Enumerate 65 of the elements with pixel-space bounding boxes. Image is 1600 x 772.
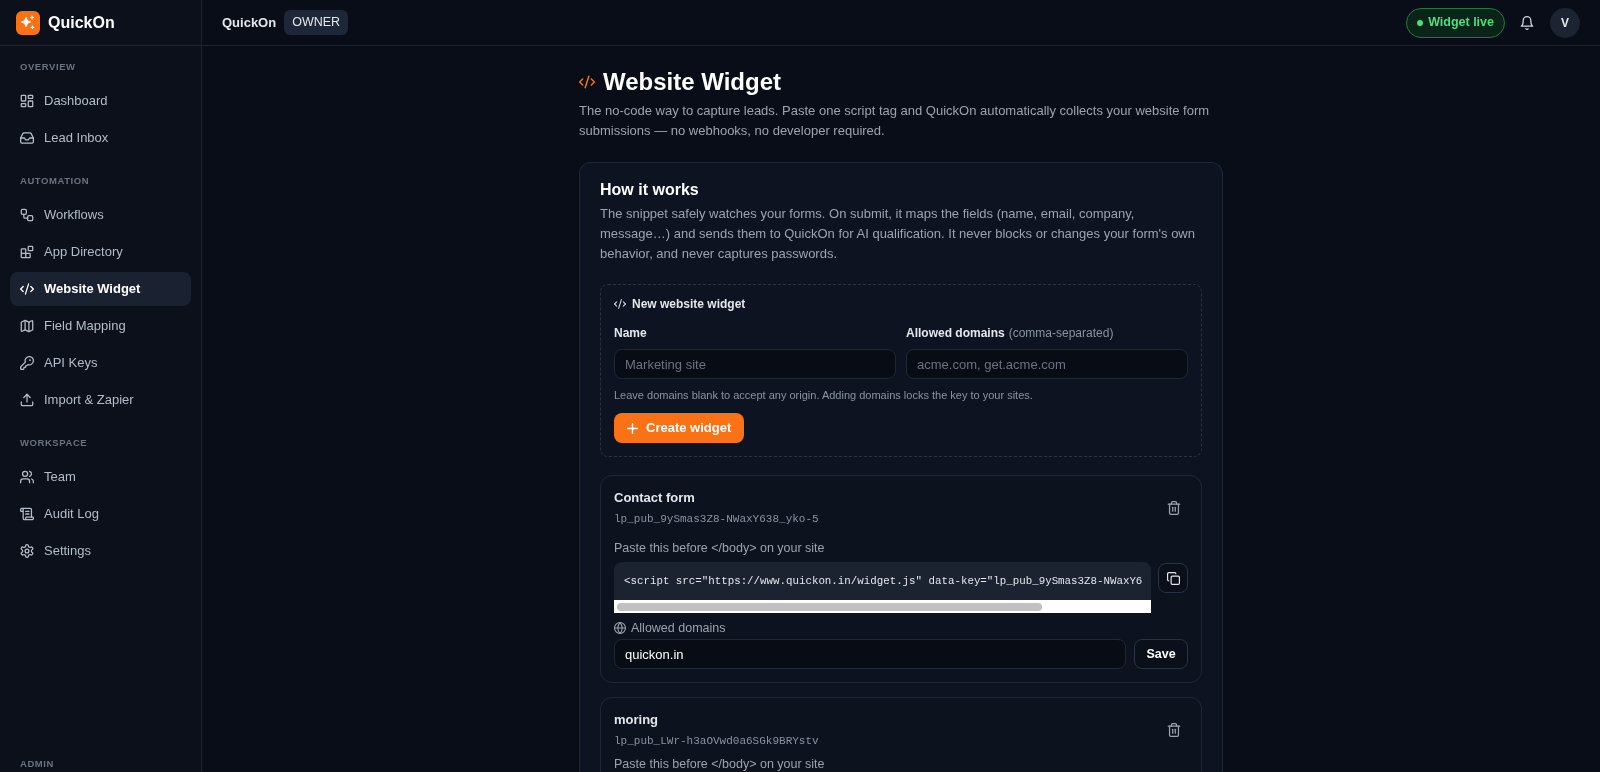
sidebar-item[interactable]: Dashboard <box>10 84 191 118</box>
field-label: Name <box>614 325 647 342</box>
sidebar-item[interactable]: Website Widget <box>10 272 191 306</box>
sidebar-item[interactable]: Team <box>10 460 191 494</box>
upload-icon <box>20 393 34 407</box>
grid-icon <box>20 94 34 108</box>
page-title: Website Widget <box>603 67 782 97</box>
domains-input[interactable]: quickon.in <box>614 639 1126 669</box>
code-icon <box>579 74 595 90</box>
workspace-name: QuickOn <box>222 13 277 32</box>
scroll-icon <box>20 507 34 521</box>
trash-icon[interactable] <box>1167 722 1181 737</box>
sidebar-item[interactable]: Import & Zapier <box>10 383 191 417</box>
sidebar-item[interactable]: Field Mapping <box>10 309 191 343</box>
sparkle-logo-icon <box>16 10 40 35</box>
trash-icon[interactable] <box>1167 500 1181 515</box>
card-title: How it works <box>600 180 700 200</box>
section-label: WORKSPACE <box>20 435 88 450</box>
gear-icon <box>20 544 34 558</box>
name-input[interactable]: Marketing site <box>614 349 896 379</box>
copy-icon <box>1166 571 1180 585</box>
save-button[interactable]: Save <box>1134 639 1188 669</box>
code-icon <box>20 282 34 296</box>
snippet-label: Paste this before </body> on your site <box>614 756 826 772</box>
blocks-icon <box>20 245 34 259</box>
scrollbar-thumb[interactable] <box>617 602 1042 611</box>
sidebar-item[interactable]: App Directory <box>10 235 191 269</box>
sidebar-item[interactable]: Settings <box>10 534 191 568</box>
horizontal-scrollbar[interactable] <box>614 600 1151 613</box>
field-label: Allowed domains <box>906 325 1005 342</box>
field-hint: (comma-separated) <box>1008 325 1114 342</box>
panel-title: New website widget <box>632 296 746 313</box>
sidebar-item[interactable]: API Keys <box>10 346 191 380</box>
bell-icon[interactable] <box>1520 15 1534 30</box>
sidebar-item[interactable]: Audit Log <box>10 497 191 531</box>
widget-name: Contact form <box>614 489 696 507</box>
section-label: AUTOMATION <box>20 173 90 188</box>
help-text: Leave domains blank to accept any origin. Adding domains locks the key to your sites. <box>614 388 1034 402</box>
code-icon <box>614 298 626 310</box>
copy-button[interactable] <box>1158 563 1188 593</box>
widget-key: lp_pub_LWr-h3aOVwd0a6SGk9BRYstv <box>614 734 819 748</box>
inbox-icon <box>20 131 34 145</box>
widget-key: lp_pub_9ySmas3Z8-NWaxY638_yko-5 <box>614 512 819 526</box>
snippet-label: Paste this before </body> on your site <box>614 540 826 556</box>
sidebar-item[interactable]: Lead Inbox <box>10 121 191 155</box>
globe-icon <box>614 622 626 634</box>
status-text: Widget live <box>1428 14 1494 32</box>
section-label: ADMIN <box>20 756 54 771</box>
domains-input[interactable]: acme.com, get.acme.com <box>906 349 1188 379</box>
card-description: The snippet safely watches your forms. On submit, it maps the fields (name, email, company, message…) and sends them to QuickOn for AI qualification. It never blocks or changes your form's own behavior, and never captures passwords. <box>600 205 1196 263</box>
section-label: OVERVIEW <box>20 59 76 74</box>
avatar[interactable]: V <box>1550 7 1580 38</box>
role-badge: OWNER <box>284 10 349 35</box>
brand-name: QuickOn <box>48 12 115 33</box>
sidebar-item[interactable]: Workflows <box>10 198 191 232</box>
users-icon <box>20 470 34 484</box>
widget-name: moring <box>614 711 660 729</box>
map-icon <box>20 319 34 333</box>
domains-label: Allowed domains <box>631 619 726 637</box>
plus-icon <box>627 422 638 434</box>
key-icon <box>20 356 34 370</box>
page-description: The no-code way to capture leads. Paste one script tag and QuickOn automatically collects your website form submissions — no webhooks, no developer required. <box>579 102 1211 140</box>
status-dot-icon <box>1417 19 1424 26</box>
code-snippet: <script src="https://www.quickon.in/widget.js" data-key="lp_pub_9ySmas3Z8-NWaxY6 <box>614 562 1151 600</box>
connected-squares-icon <box>20 208 34 222</box>
